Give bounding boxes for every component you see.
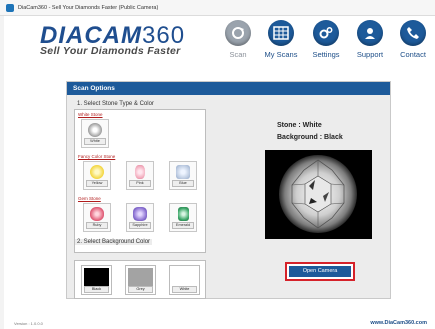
background-black-tile[interactable]: Black	[81, 265, 112, 295]
background-caption: Grey	[128, 286, 153, 293]
app-icon	[6, 3, 14, 12]
black-swatch	[84, 268, 109, 286]
stone-caption: Ruby	[86, 222, 108, 229]
stone-emerald-tile[interactable]: Emerald	[169, 203, 197, 232]
grey-swatch	[128, 268, 153, 286]
website-link[interactable]: www.DiaCam360.com	[370, 320, 427, 326]
background-section-title: 2. Select Background Color	[75, 239, 153, 245]
panel-title: Scan Options	[67, 82, 390, 95]
gem-stone-heading: Gem Stone	[78, 196, 101, 201]
phone-icon	[400, 20, 426, 46]
pink-diamond-icon	[135, 165, 145, 179]
open-camera-highlight: Open Camera	[285, 262, 355, 281]
diamond-preview	[265, 150, 372, 239]
logo: DIACAM360	[40, 24, 185, 48]
stone-type-section-title: 1. Select Stone Type & Color	[75, 101, 156, 107]
nav-scan-label: Scan	[229, 50, 247, 59]
open-camera-button[interactable]: Open Camera	[289, 266, 351, 277]
sapphire-icon	[133, 207, 147, 221]
stone-yellow-tile[interactable]: Yellow	[83, 161, 111, 190]
stone-blue-tile[interactable]: Blue	[169, 161, 197, 190]
nav-contact-button[interactable]: Contact	[393, 20, 433, 64]
yellow-diamond-icon	[90, 165, 104, 179]
background-grey-tile[interactable]: Grey	[125, 265, 156, 295]
version-label: Version : 1.0.0.0	[14, 321, 43, 326]
nav-scan-button[interactable]: Scan	[218, 20, 258, 64]
emerald-icon	[177, 207, 189, 221]
fancy-stone-heading: Fancy Color Stone	[78, 154, 116, 159]
white-diamond-icon	[88, 123, 102, 137]
stone-type-group: White Stone White Fancy Color Stone Yell…	[74, 109, 206, 253]
selected-background-label: Background : Black	[277, 134, 343, 141]
stone-white-tile[interactable]: White	[81, 119, 109, 148]
calendar-grid-icon	[268, 20, 294, 46]
stone-sapphire-tile[interactable]: Sapphire	[126, 203, 154, 232]
nav-support-button[interactable]: Support	[350, 20, 390, 64]
nav-my-scans-button[interactable]: My Scans	[261, 20, 301, 64]
nav-my-scans-label: My Scans	[264, 50, 298, 59]
blue-diamond-icon	[176, 165, 190, 179]
nav-contact-label: Contact	[400, 50, 426, 59]
nav-settings-button[interactable]: Settings	[306, 20, 346, 64]
scan-icon	[225, 20, 251, 46]
diamond-image	[279, 155, 357, 233]
stone-caption: Sapphire	[129, 222, 151, 229]
stone-caption: Pink	[129, 180, 151, 187]
stone-ruby-tile[interactable]: Ruby	[83, 203, 111, 232]
title-bar: DiaCam360 - Sell Your Diamonds Faster (P…	[0, 0, 435, 16]
logo-tagline: Sell Your Diamonds Faster	[40, 45, 181, 57]
white-stone-heading: White Stone	[78, 112, 103, 117]
stone-caption: White	[84, 138, 106, 145]
ruby-icon	[90, 207, 104, 221]
stone-caption: Yellow	[86, 180, 108, 187]
background-color-group: Black Grey White	[74, 260, 206, 299]
gears-icon	[313, 20, 339, 46]
background-caption: White	[172, 286, 197, 293]
support-person-icon	[357, 20, 383, 46]
stone-caption: Blue	[172, 180, 194, 187]
window-title: DiaCam360 - Sell Your Diamonds Faster (P…	[18, 4, 159, 11]
stone-pink-tile[interactable]: Pink	[126, 161, 154, 190]
background-caption: Black	[84, 286, 109, 293]
nav-settings-label: Settings	[312, 50, 340, 59]
scan-options-panel: Scan Options White Stone White Fancy Col…	[66, 81, 391, 299]
stone-caption: Emerald	[172, 222, 194, 229]
selected-stone-label: Stone : White	[277, 122, 322, 129]
background-white-tile[interactable]: White	[169, 265, 200, 295]
nav-support-label: Support	[356, 50, 384, 59]
white-swatch	[172, 268, 197, 286]
app-header: DIACAM360 Sell Your Diamonds Faster Scan…	[0, 15, 435, 67]
